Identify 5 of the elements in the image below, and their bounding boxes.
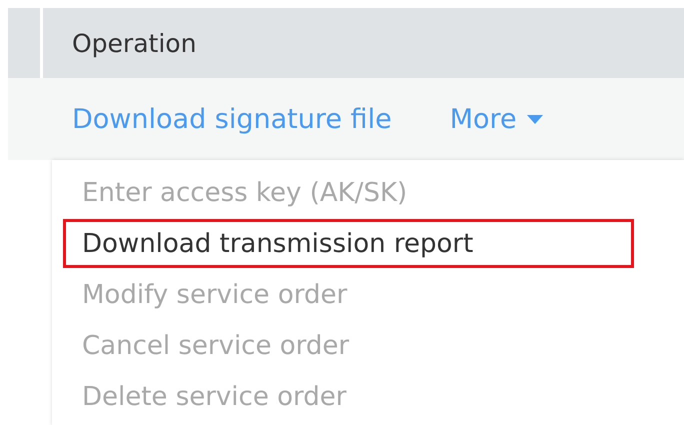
more-dropdown[interactable]: More [450, 104, 543, 134]
column-header: Operation [72, 28, 196, 58]
menu-item[interactable]: Download transmission report [63, 219, 634, 268]
download-link[interactable]: Download signature file [72, 104, 392, 134]
caret-icon [526, 114, 543, 124]
